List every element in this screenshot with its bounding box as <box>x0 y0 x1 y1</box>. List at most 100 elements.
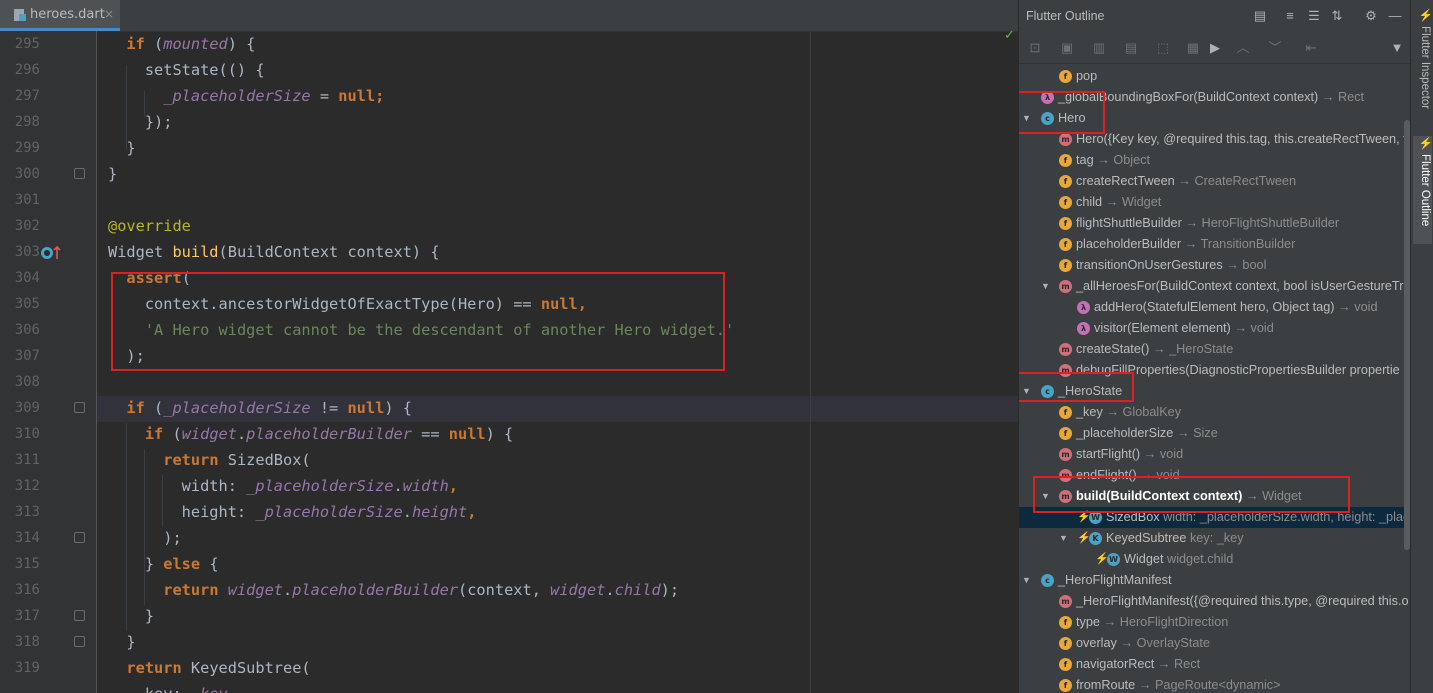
code-line[interactable] <box>108 187 734 213</box>
code-line[interactable]: ); <box>108 525 734 551</box>
code-line[interactable]: } <box>108 603 734 629</box>
wrap-center-icon[interactable]: ⊡ <box>1025 39 1045 57</box>
wrap-row-icon[interactable]: ▤ <box>1121 39 1141 57</box>
code-line[interactable]: width: _placeholderSize.width, <box>108 473 734 499</box>
line-number: 318 <box>14 634 40 650</box>
code-editor[interactable]: heroes.dart × 295 296 297 298 299 300 30… <box>0 0 1018 693</box>
code-line[interactable]: _placeholderSize = null; <box>108 83 734 109</box>
code-line[interactable]: setState(() { <box>108 57 734 83</box>
flutter-icon: ⚡ <box>1095 553 1109 565</box>
tree-item[interactable]: m createState() → _HeroState <box>1019 339 1411 360</box>
tree-item[interactable]: ▼ c _HeroState <box>1019 381 1411 402</box>
close-icon[interactable]: × <box>104 7 114 21</box>
expanded-arrow-icon: ▼ <box>1022 575 1031 585</box>
fold-marker[interactable] <box>74 636 85 647</box>
code-line[interactable]: if (mounted) { <box>108 31 734 57</box>
tree-item[interactable]: f _key → GlobalKey <box>1019 402 1411 423</box>
wrap-stream-builder-icon[interactable]: ▦ <box>1183 39 1203 57</box>
tree-item[interactable]: f createRectTween → CreateRectTween <box>1019 171 1411 192</box>
tree-item[interactable]: f _placeholderSize → Size <box>1019 423 1411 444</box>
tree-item[interactable]: λ _globalBoundingBoxFor(BuildContext cont… <box>1019 87 1411 108</box>
dart-file-icon <box>14 9 26 21</box>
flutter-icon: ⚡ <box>1077 511 1091 523</box>
tree-item[interactable]: ▼ m _allHeroesFor(BuildContext context, bo… <box>1019 276 1411 297</box>
wrap-padding-icon[interactable]: ▣ <box>1057 39 1077 57</box>
code-line[interactable]: @override <box>108 213 734 239</box>
move-up-icon[interactable]: ︿ <box>1233 39 1253 57</box>
expand-all-icon[interactable]: ≡ <box>1282 8 1298 24</box>
override-method-icon[interactable] <box>40 245 62 261</box>
line-number: 298 <box>14 114 40 130</box>
tab-label: heroes.dart <box>30 7 105 22</box>
tree-item[interactable]: f overlay → OverlayState <box>1019 633 1411 654</box>
gear-icon[interactable]: ⚙ <box>1363 8 1379 24</box>
tree-item[interactable]: f tag → Object <box>1019 150 1411 171</box>
tree-item[interactable]: m startFlight() → void <box>1019 444 1411 465</box>
tree-item[interactable]: ⚡ W Widget widget.child <box>1019 549 1411 570</box>
line-number: 316 <box>14 582 40 598</box>
flutter-icon: ⚡ <box>1419 8 1431 23</box>
wrap-column-icon[interactable]: ▥ <box>1089 39 1109 57</box>
tree-item[interactable]: m endFlight() → void <box>1019 465 1411 486</box>
code-line[interactable]: } <box>108 161 734 187</box>
tree-item[interactable]: λ addHero(StatefulElement hero, Object ta… <box>1019 297 1411 318</box>
tree-item[interactable]: f navigatorRect → Rect <box>1019 654 1411 675</box>
code-line[interactable]: if (widget.placeholderBuilder == null) { <box>108 421 734 447</box>
move-down-icon[interactable]: ﹀ <box>1265 39 1285 57</box>
minimize-icon[interactable]: — <box>1387 8 1403 24</box>
tree-item[interactable]: f flightShuttleBuilder → HeroFlightShuttl… <box>1019 213 1411 234</box>
code-line[interactable]: return widget.placeholderBuilder(context… <box>108 577 734 603</box>
outline-tree[interactable]: f pop λ _globalBoundingBoxFor(BuildContext… <box>1019 66 1411 693</box>
fold-marker[interactable] <box>74 532 85 543</box>
fold-marker[interactable] <box>74 168 85 179</box>
tree-item-selected[interactable]: ⚡ W SizedBox width: _placeholderSize.width… <box>1019 507 1411 528</box>
extract-widget-icon[interactable]: ▶ <box>1205 39 1225 57</box>
tree-item[interactable]: f type → HeroFlightDirection <box>1019 612 1411 633</box>
code-line[interactable]: if (_placeholderSize != null) { <box>108 395 734 421</box>
collapse-all-icon[interactable]: ☰ <box>1306 8 1322 24</box>
code-line[interactable]: return SizedBox( <box>108 447 734 473</box>
code-line[interactable]: Widget build(BuildContext context) { <box>108 239 734 265</box>
filter-icon[interactable]: ▼ <box>1387 39 1407 57</box>
code-line[interactable]: return KeyedSubtree( <box>108 655 734 681</box>
line-number: 309 <box>14 400 40 416</box>
tree-item[interactable]: m debugFillProperties(DiagnosticPropertie… <box>1019 360 1411 381</box>
remove-widget-icon[interactable]: ⇤ <box>1301 39 1321 57</box>
line-number: 296 <box>14 62 40 78</box>
panel-title: Flutter Outline <box>1026 9 1105 23</box>
wrap-container-icon[interactable]: ⬚ <box>1153 39 1173 57</box>
fold-marker[interactable] <box>74 610 85 621</box>
tab-heroes-dart[interactable]: heroes.dart × <box>0 0 120 31</box>
fold-marker[interactable] <box>74 402 85 413</box>
code-line[interactable]: } <box>108 135 734 161</box>
flutter-outline-tab[interactable]: ⚡Flutter Outline <box>1413 136 1432 244</box>
tree-item[interactable]: ▼ m build(BuildContext context) → Widget <box>1019 486 1411 507</box>
tree-item[interactable]: ▼ c Hero <box>1019 108 1411 129</box>
code-line[interactable]: height: _placeholderSize.height, <box>108 499 734 525</box>
sort-icon[interactable]: ⇅ <box>1329 8 1345 24</box>
code-line[interactable]: context.ancestorWidgetOfExactType(Hero) … <box>108 291 734 317</box>
tree-item[interactable]: m _HeroFlightManifest({@required this.typ… <box>1019 591 1411 612</box>
code-line[interactable]: key: _key <box>108 681 734 693</box>
comment-icon[interactable]: ▤ <box>1252 8 1268 24</box>
code-line[interactable]: } else { <box>108 551 734 577</box>
tree-item[interactable]: m Hero({Key key, @required this.tag, this… <box>1019 129 1411 150</box>
code-line[interactable] <box>108 369 734 395</box>
tree-item[interactable]: f fromRoute → PageRoute<dynamic> <box>1019 675 1411 693</box>
code-line[interactable]: } <box>108 629 734 655</box>
tree-item[interactable]: ▼ c _HeroFlightManifest <box>1019 570 1411 591</box>
tree-item[interactable]: f placeholderBuilder → TransitionBuilder <box>1019 234 1411 255</box>
tree-item[interactable]: ▼ ⚡ K KeyedSubtree key: _key <box>1019 528 1411 549</box>
line-number: 311 <box>14 452 40 468</box>
code-line[interactable]: ); <box>108 343 734 369</box>
tree-item[interactable]: f child → Widget <box>1019 192 1411 213</box>
code-line[interactable]: 'A Hero widget cannot be the descendant … <box>108 317 734 343</box>
tree-item[interactable]: λ visitor(Element element) → void <box>1019 318 1411 339</box>
flutter-inspector-tab[interactable]: ⚡Flutter Inspector <box>1413 8 1432 126</box>
code-line[interactable]: assert( <box>108 265 734 291</box>
code-line[interactable]: }); <box>108 109 734 135</box>
line-number: 301 <box>14 192 40 208</box>
code-lines[interactable]: if (mounted) { setState(() { _placeholde… <box>108 31 734 693</box>
tree-item[interactable]: f transitionOnUserGestures → bool <box>1019 255 1411 276</box>
tree-item[interactable]: f pop <box>1019 66 1411 87</box>
